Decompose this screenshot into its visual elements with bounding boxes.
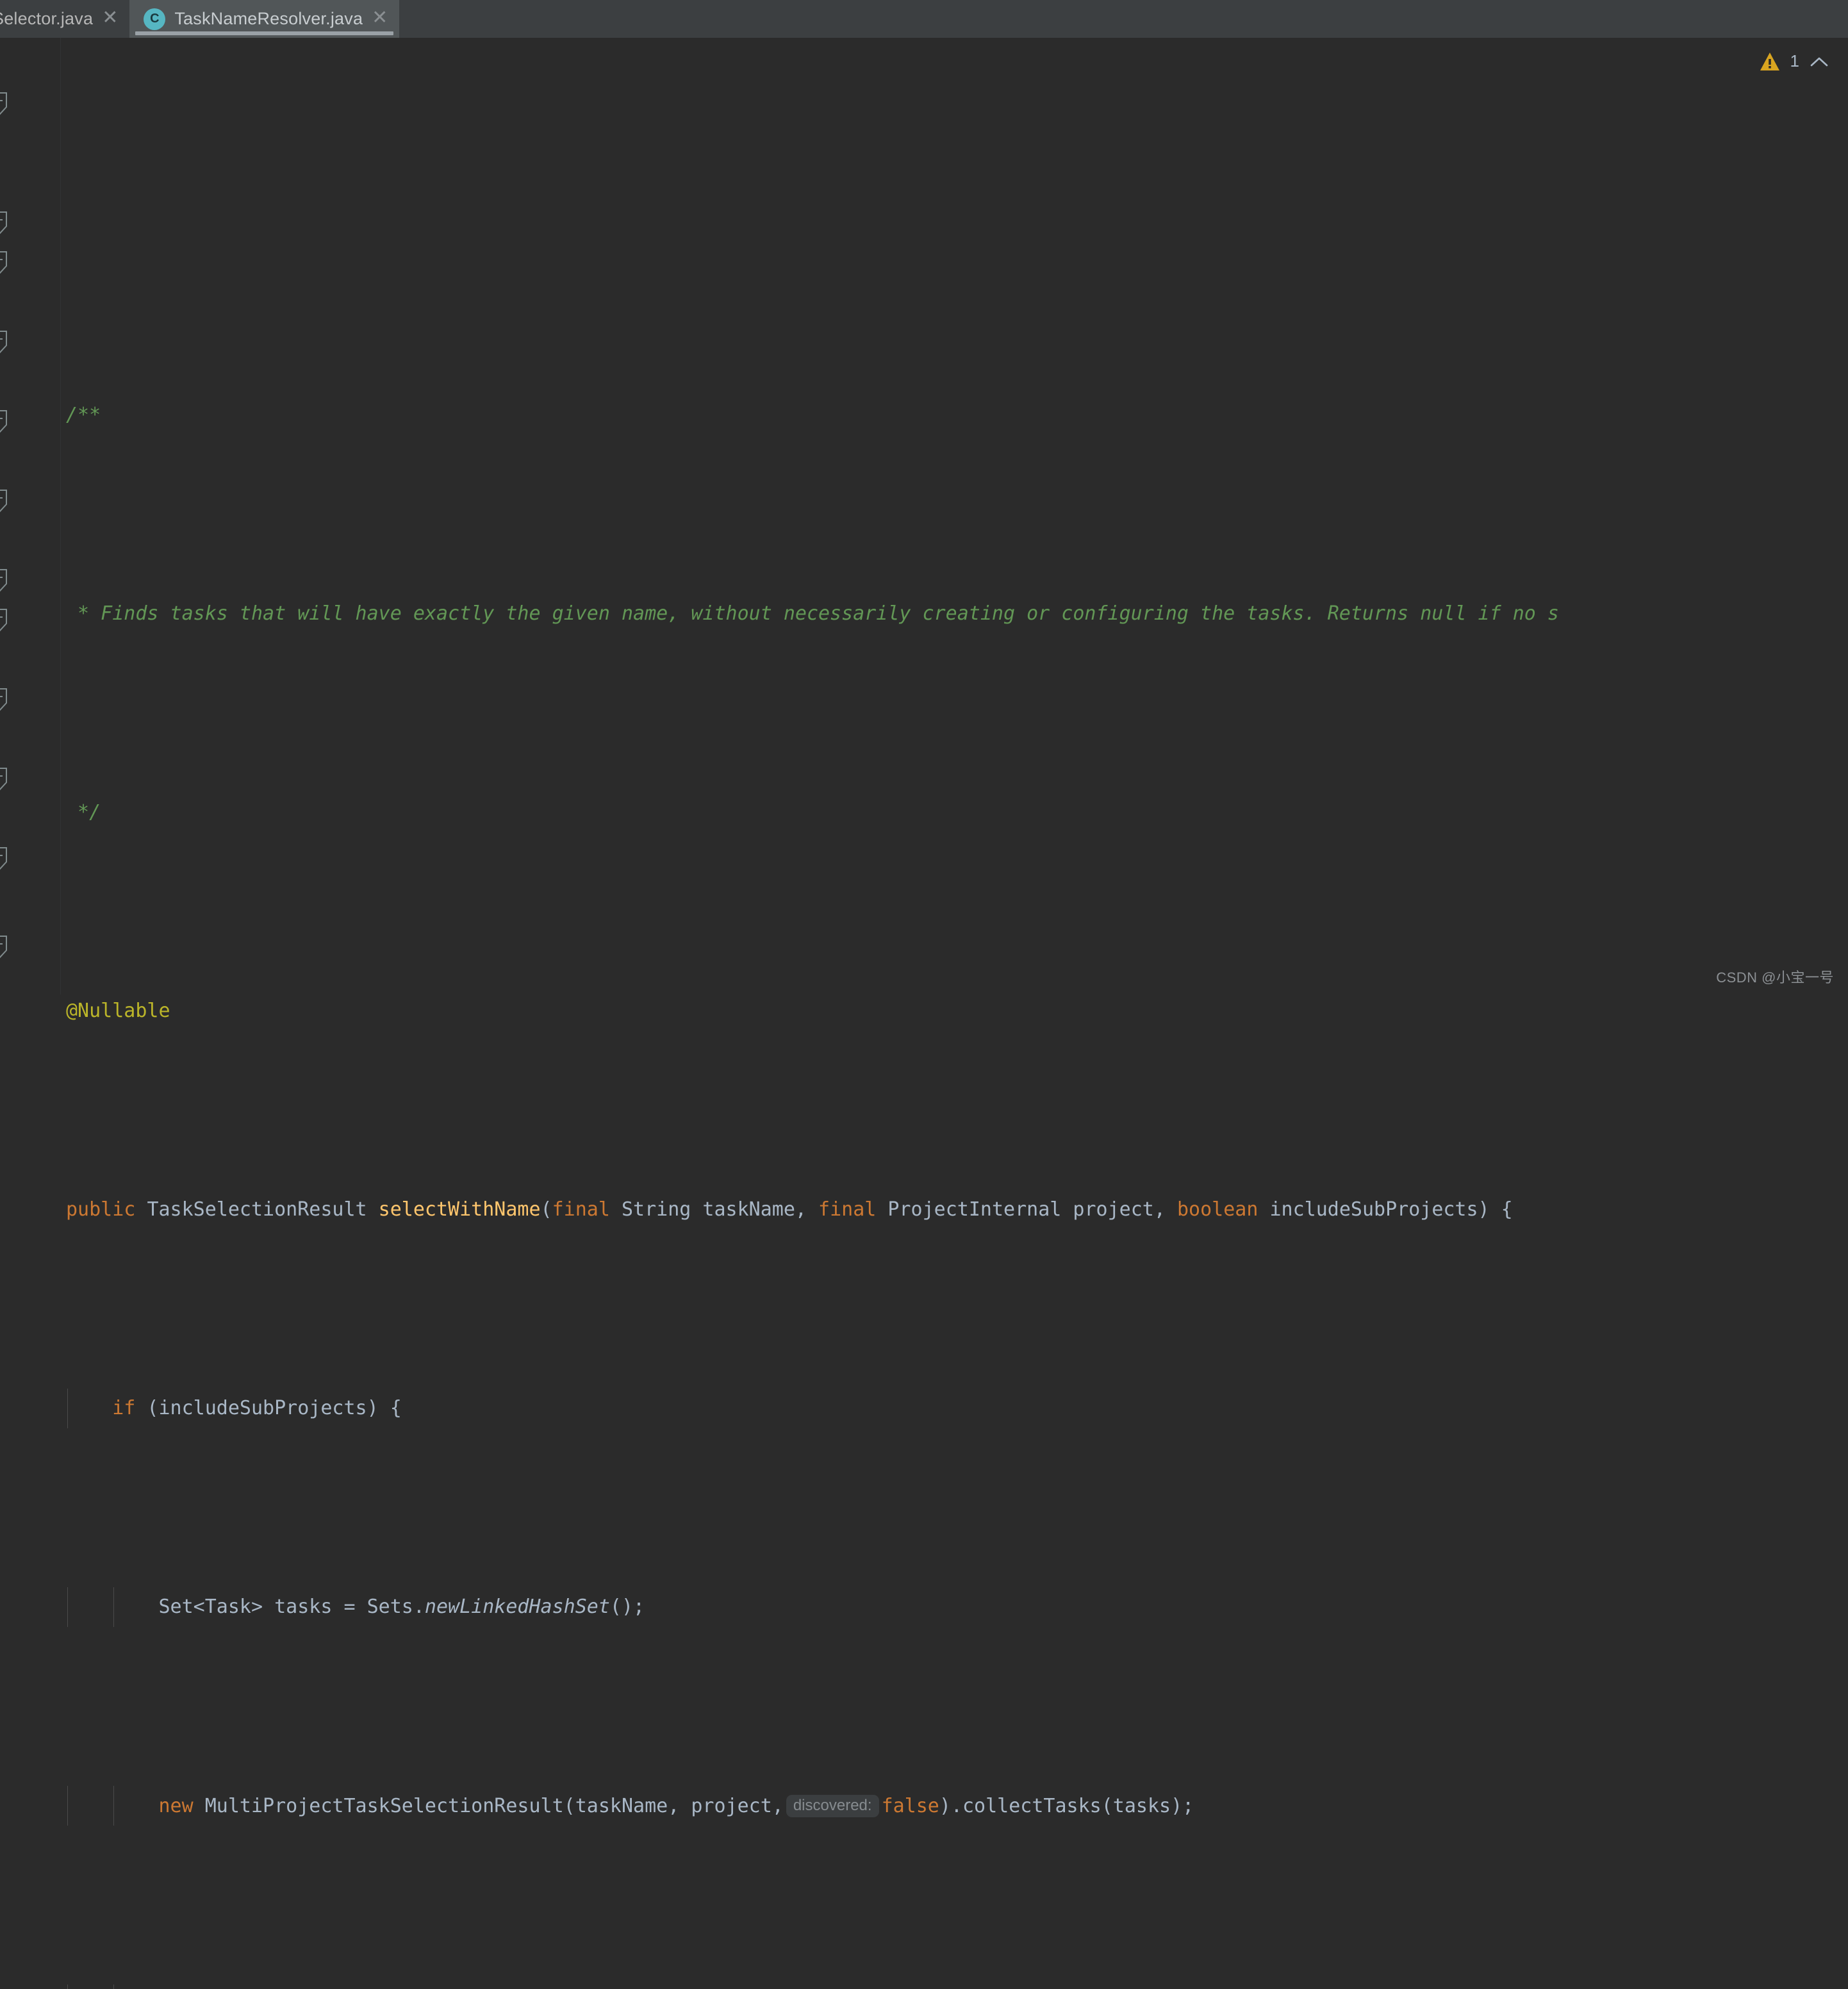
code-line[interactable]: if (!tasks.isEmpty()) { xyxy=(0,1985,1848,1989)
code-line[interactable]: * Finds tasks that will have exactly the… xyxy=(0,594,1848,634)
code-token-type: TaskSelectionResult xyxy=(147,1198,367,1221)
code-token-comment: /** xyxy=(66,404,101,426)
java-class-icon: C xyxy=(144,8,166,30)
code-token-static-method: newLinkedHashSet xyxy=(424,1596,610,1618)
chevron-up-icon[interactable] xyxy=(1810,55,1829,68)
editor-tab-label: Selector.java xyxy=(0,9,94,28)
code-content[interactable]: /** * Finds tasks that will have exactly… xyxy=(0,38,1848,1989)
code-line[interactable]: if (includeSubProjects) { xyxy=(0,1389,1848,1428)
code-token-keyword: new xyxy=(158,1795,194,1817)
editor-tab-selector-java[interactable]: Selector.java ✕ xyxy=(0,0,130,38)
code-editor[interactable]: 1 /** * Finds tasks that will have exact… xyxy=(0,38,1848,1989)
editor-tab-tasknameresolver-java[interactable]: C TaskNameResolver.java ✕ xyxy=(129,0,400,38)
code-line[interactable]: /** xyxy=(0,395,1848,435)
code-token-method-name: selectWithName xyxy=(378,1198,541,1221)
code-token-keyword: final xyxy=(552,1198,610,1221)
code-token-keyword: final xyxy=(818,1198,877,1221)
code-token-comment: */ xyxy=(66,801,101,823)
code-line[interactable]: Set<Task> tasks = Sets.newLinkedHashSet(… xyxy=(0,1587,1848,1627)
warning-triangle-icon[interactable] xyxy=(1760,52,1780,71)
code-token-keyword: if xyxy=(112,1397,136,1419)
code-token-annotation: @Nullable xyxy=(66,1000,170,1022)
inlay-parameter-hint[interactable]: discovered: xyxy=(786,1795,879,1817)
code-token-comment: * Finds tasks that will have exactly the… xyxy=(66,602,1559,625)
code-line-method-signature[interactable]: public TaskSelectionResult selectWithNam… xyxy=(0,1190,1848,1230)
inspection-widget[interactable]: 1 xyxy=(1760,51,1829,71)
code-token-keyword: boolean xyxy=(1176,1198,1258,1221)
code-line-with-inlay-hint[interactable]: new MultiProjectTaskSelectionResult(task… xyxy=(0,1786,1848,1826)
code-line[interactable] xyxy=(0,197,1848,236)
close-icon[interactable]: ✕ xyxy=(372,8,388,30)
editor-tab-bar: Selector.java ✕ C TaskNameResolver.java … xyxy=(0,0,1848,38)
csdn-watermark: CSDN @小宝一号 xyxy=(1716,970,1834,986)
code-token-keyword: false xyxy=(881,1795,939,1817)
code-line[interactable]: @Nullable xyxy=(0,991,1848,1031)
editor-tab-label: TaskNameResolver.java xyxy=(174,9,363,28)
close-icon[interactable]: ✕ xyxy=(102,8,118,30)
code-line[interactable]: */ xyxy=(0,793,1848,832)
inspection-warning-count: 1 xyxy=(1790,51,1799,70)
code-token-keyword: public xyxy=(66,1198,136,1221)
